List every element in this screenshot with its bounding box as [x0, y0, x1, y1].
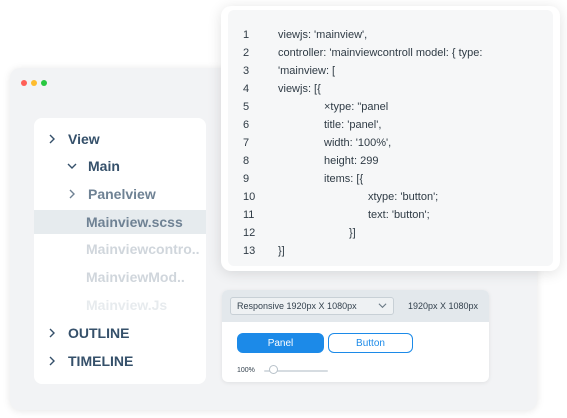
line-number: 3: [243, 65, 250, 77]
file-explorer-sidebar: View Main Panelview Mainview.scss Mainvi…: [34, 118, 206, 384]
chevron-right-icon: [44, 134, 60, 144]
code-text: controller: 'mainviewcontroll model: { t…: [278, 47, 483, 59]
line-number: 6: [243, 119, 250, 131]
device-select-value: Responsive 1920px X 1080px: [237, 301, 357, 311]
code-text: width: '100%',: [324, 137, 392, 149]
code-text: 'mainview: [: [278, 65, 336, 77]
line-number: 2: [243, 47, 250, 59]
code-text: viewjs: [{: [278, 83, 321, 95]
line-number: 11: [243, 209, 255, 221]
code-text: }]: [349, 227, 356, 239]
tree-item-mainview-scss[interactable]: Mainview.scss: [34, 210, 206, 234]
line-number: 5: [243, 101, 250, 113]
chevron-down-icon: [64, 162, 80, 170]
code-text: height: 299: [324, 155, 379, 167]
tree-item-label: OUTLINE: [68, 325, 130, 341]
tree-item-mainviewcontroller[interactable]: Mainviewcontro..: [34, 237, 206, 261]
close-window-icon[interactable]: [21, 80, 27, 86]
tree-item-view[interactable]: View: [34, 127, 206, 151]
chevron-right-icon: [64, 189, 80, 199]
tree-item-timeline[interactable]: TIMELINE: [34, 349, 206, 373]
chevron-right-icon: [44, 356, 60, 366]
tree-item-label: Mainview.Js: [86, 297, 168, 313]
panel-button[interactable]: Panel: [237, 333, 324, 353]
tree-item-mainviewmodel[interactable]: MainviewMod..: [34, 265, 206, 289]
code-text: text: 'button';: [368, 209, 430, 221]
tree-item-label: Mainviewcontro..: [86, 241, 200, 257]
button-button[interactable]: Button: [328, 333, 413, 353]
code-text: title: 'panel',: [324, 119, 382, 131]
line-number: 7: [243, 137, 250, 149]
line-number: 13: [243, 245, 256, 257]
line-number: 9: [243, 173, 250, 185]
code-editor-window: 1 viewjs: 'mainview', 2 controller: 'mainv…: [221, 6, 560, 271]
line-number: 8: [243, 155, 250, 167]
code-editor[interactable]: 1 viewjs: 'mainview', 2 controller: 'mainv…: [228, 10, 553, 266]
tree-item-outline[interactable]: OUTLINE: [34, 321, 206, 345]
device-select[interactable]: Responsive 1920px X 1080px: [230, 297, 394, 315]
chevron-right-icon: [44, 328, 60, 338]
resolution-label: 1920px X 1080px: [408, 301, 479, 311]
tree-item-label: View: [68, 131, 100, 147]
tree-item-main[interactable]: Main: [34, 154, 206, 178]
tree-item-label: Panelview: [88, 186, 156, 202]
code-text: xtype: 'button';: [368, 191, 439, 203]
tree-item-label: Mainview.scss: [86, 214, 183, 230]
code-text: ×type: "panel: [324, 101, 389, 113]
code-text: items: [{: [324, 173, 364, 185]
tree-item-panelview[interactable]: Panelview: [34, 182, 206, 206]
zoom-slider-handle[interactable]: [269, 365, 279, 374]
preview-panel: Responsive 1920px X 1080px 1920px X 1080…: [222, 290, 489, 382]
code-text: viewjs: 'mainview',: [278, 29, 368, 41]
chevron-down-icon: [378, 301, 387, 312]
tree-item-label: MainviewMod..: [86, 269, 185, 285]
zoom-label: 100%: [237, 367, 255, 374]
line-number: 10: [243, 191, 256, 203]
line-number: 4: [243, 83, 250, 95]
tree-item-mainview-js[interactable]: Mainview.Js: [34, 293, 206, 317]
line-number: 12: [243, 227, 256, 239]
code-text: }]: [278, 245, 285, 257]
minimize-window-icon[interactable]: [31, 80, 37, 86]
window-controls: [21, 80, 47, 86]
line-number: 1: [243, 29, 250, 41]
tree-item-label: Main: [88, 158, 120, 174]
maximize-window-icon[interactable]: [41, 80, 47, 86]
tree-item-label: TIMELINE: [68, 353, 134, 369]
preview-toolbar: Responsive 1920px X 1080px 1920px X 1080…: [222, 290, 489, 322]
